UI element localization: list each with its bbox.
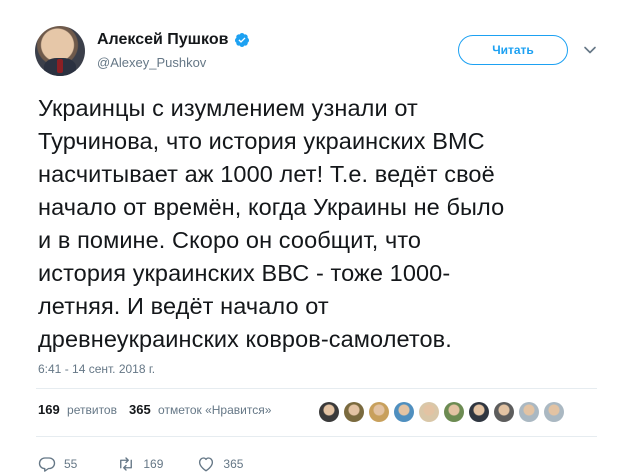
author-name-row: Алексей Пушков xyxy=(97,31,250,49)
like-button[interactable]: 365 xyxy=(197,455,243,473)
tweet-actions: 55 169 365 xyxy=(38,455,243,473)
retweets-stat-label: ретвитов xyxy=(67,403,117,417)
reply-count: 55 xyxy=(64,457,78,471)
retweet-icon xyxy=(120,457,133,471)
verified-badge-icon xyxy=(235,33,250,47)
face-avatar[interactable] xyxy=(444,402,464,422)
author-handle[interactable]: @Alexey_Pushkov xyxy=(97,55,206,70)
likes-stat[interactable]: 365 отметок «Нравится» xyxy=(129,402,271,417)
follow-button[interactable]: Читать xyxy=(458,35,568,65)
face-avatar[interactable] xyxy=(494,402,514,422)
retweet-count: 169 xyxy=(143,457,164,471)
author-avatar[interactable] xyxy=(35,26,85,76)
reply-icon xyxy=(38,457,56,472)
tweet-stats: 169 ретвитов 365 отметок «Нравится» xyxy=(38,402,283,417)
tweet-timestamp[interactable]: 6:41 - 14 сент. 2018 г. xyxy=(38,362,155,376)
retweet-button[interactable]: 169 xyxy=(117,455,163,473)
face-avatar[interactable] xyxy=(544,402,564,422)
face-avatar[interactable] xyxy=(369,402,389,422)
likes-stat-count: 365 xyxy=(128,402,151,417)
divider xyxy=(36,388,597,389)
retweets-stat[interactable]: 169 ретвитов xyxy=(38,402,117,417)
retweets-stat-count: 169 xyxy=(38,402,60,417)
tweet-text: Украинцы с изумлением узнали от Турчинов… xyxy=(38,95,505,352)
face-avatar[interactable] xyxy=(344,402,364,422)
face-avatar[interactable] xyxy=(319,402,339,422)
face-avatar[interactable] xyxy=(469,402,489,422)
likes-stat-label: отметок «Нравится» xyxy=(158,403,272,417)
divider xyxy=(36,436,597,437)
chevron-down-icon[interactable] xyxy=(583,43,597,57)
tweet-header: Алексей Пушков @Alexey_Pushkov Читать xyxy=(35,26,615,82)
author-name[interactable]: Алексей Пушков xyxy=(97,31,228,49)
heart-icon xyxy=(199,457,214,472)
liker-avatars xyxy=(319,402,564,422)
like-count: 365 xyxy=(223,457,244,471)
face-avatar[interactable] xyxy=(394,402,414,422)
face-avatar[interactable] xyxy=(419,402,439,422)
reply-button[interactable]: 55 xyxy=(38,455,77,473)
face-avatar[interactable] xyxy=(519,402,539,422)
